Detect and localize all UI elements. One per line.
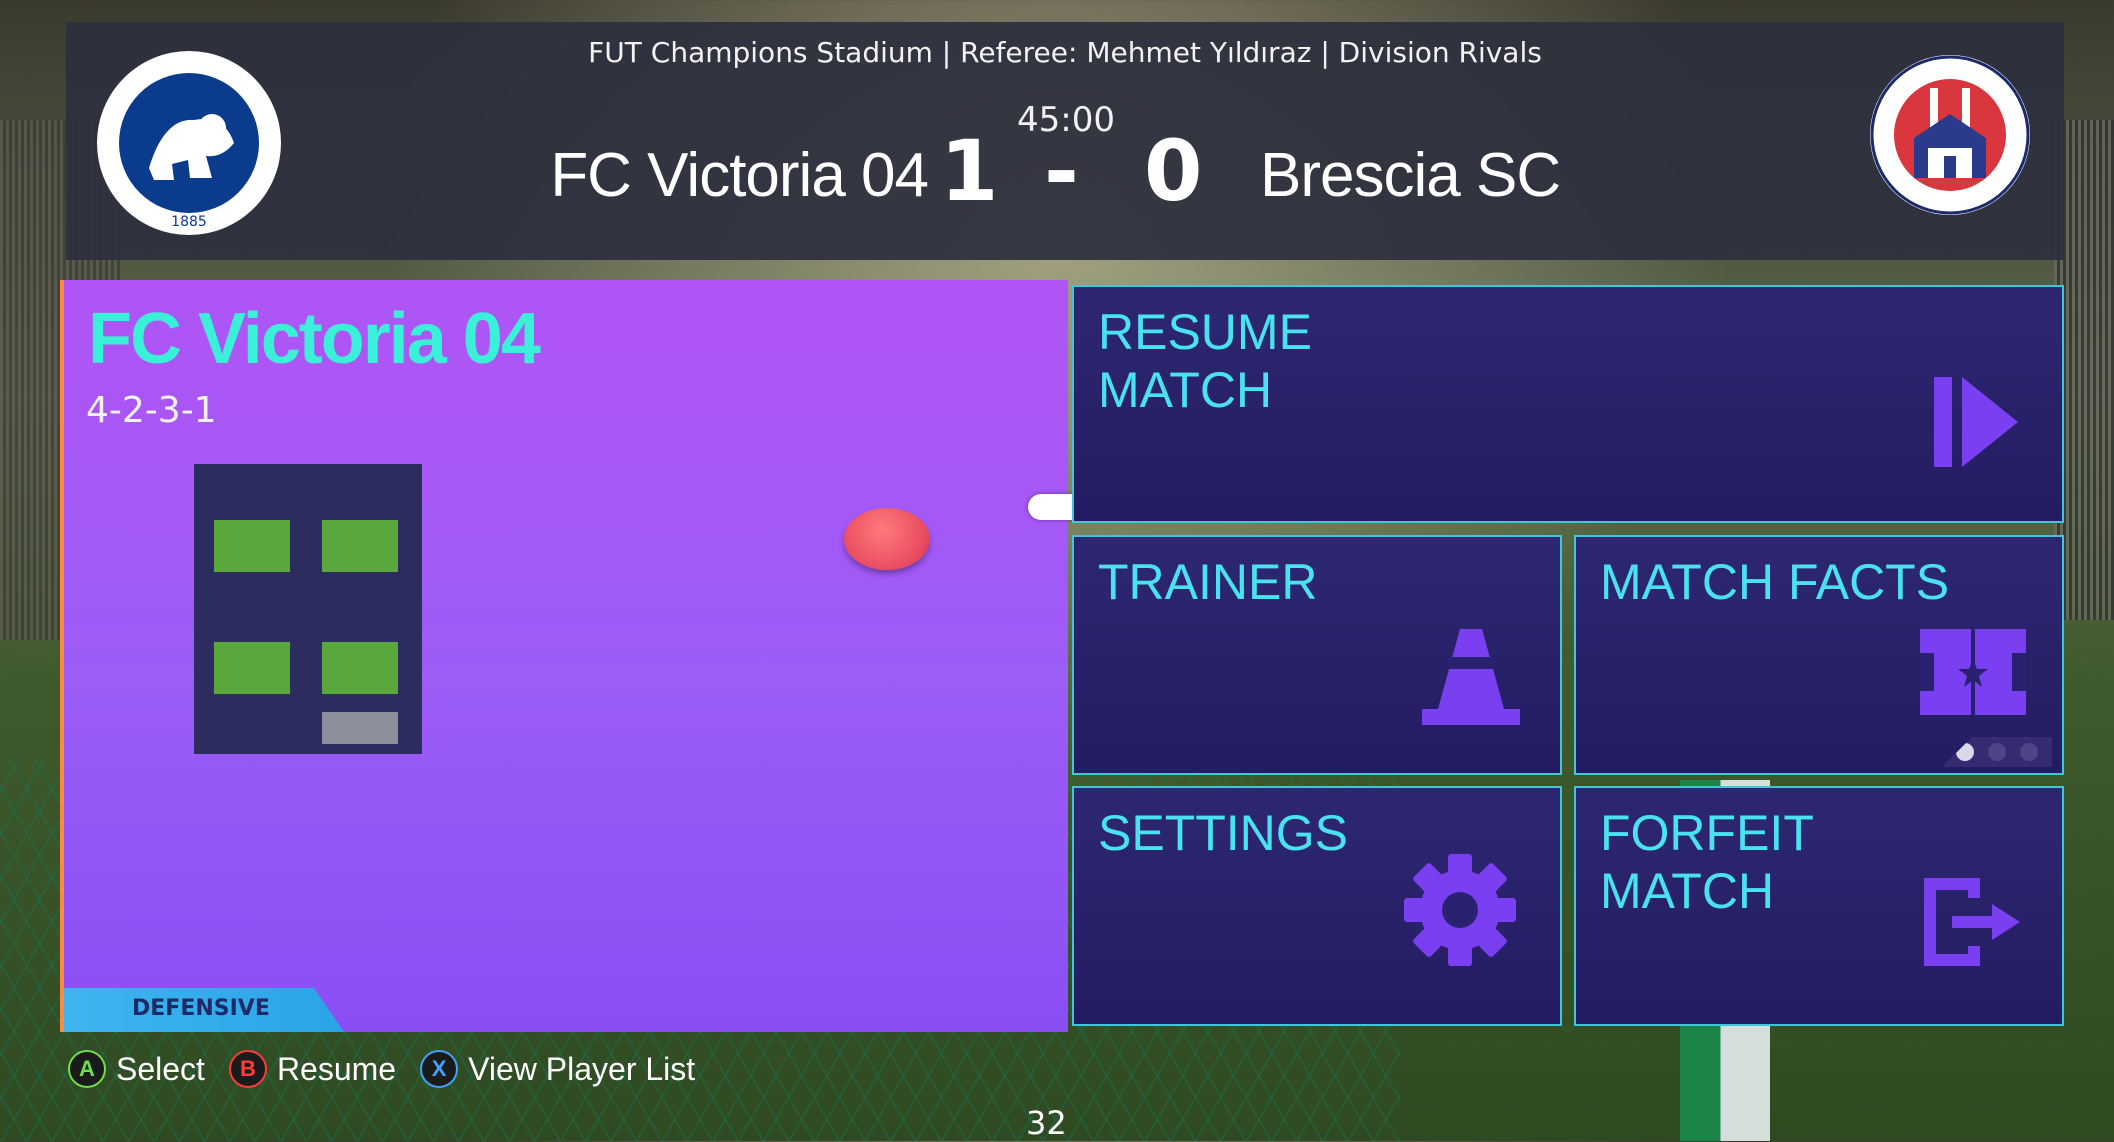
match-facts-label: MATCH FACTS bbox=[1600, 554, 1950, 610]
position-slot bbox=[322, 642, 398, 694]
resume-match-label: RESUME MATCH bbox=[1098, 304, 1312, 418]
resume-hint[interactable]: B Resume bbox=[228, 1050, 397, 1088]
gear-icon bbox=[1404, 854, 1516, 966]
position-slot bbox=[214, 642, 290, 694]
resume-match-tile[interactable]: RESUME MATCH bbox=[1072, 285, 2064, 523]
page-dot bbox=[2020, 743, 2038, 761]
score-separator: - bbox=[1044, 122, 1079, 220]
view-player-list-label: View Player List bbox=[468, 1050, 696, 1087]
mentality-label: DEFENSIVE bbox=[132, 996, 270, 1021]
mentality-tag: DEFENSIVE bbox=[64, 988, 344, 1032]
resume-hint-label: Resume bbox=[276, 1050, 397, 1087]
settings-tile[interactable]: SETTINGS bbox=[1072, 786, 1562, 1026]
trainer-label: TRAINER bbox=[1098, 554, 1318, 610]
a-button-icon: A bbox=[68, 1050, 106, 1088]
view-player-list-hint[interactable]: X View Player List bbox=[420, 1050, 695, 1088]
settings-label: SETTINGS bbox=[1098, 805, 1349, 861]
formation-pitch bbox=[194, 464, 422, 754]
b-button-icon: B bbox=[228, 1050, 267, 1088]
cursor-orb bbox=[844, 508, 930, 570]
team-panel[interactable]: FC Victoria 04 4-2-3-1 DEFENSIVE bbox=[60, 280, 1068, 1032]
away-team-badge bbox=[1870, 55, 2030, 215]
home-badge-year: 1885 bbox=[171, 214, 207, 230]
select-hint-label: Select bbox=[116, 1050, 205, 1087]
training-cone-icon bbox=[1422, 629, 1520, 725]
page-indicator bbox=[1942, 737, 2052, 767]
forfeit-match-label: FORFEIT MATCH bbox=[1600, 805, 1814, 919]
button-hints: A Select B Resume X View Player List bbox=[68, 1050, 695, 1088]
away-team-name: Brescia SC bbox=[1260, 141, 1561, 210]
select-hint[interactable]: A Select bbox=[68, 1050, 205, 1088]
x-button-icon: X bbox=[420, 1050, 459, 1088]
home-team-name: FC Victoria 04 bbox=[550, 141, 929, 210]
match-facts-tile[interactable]: MATCH FACTS bbox=[1574, 535, 2064, 775]
position-slot bbox=[322, 520, 398, 572]
exit-icon bbox=[1924, 878, 2020, 966]
page-dot bbox=[1988, 743, 2006, 761]
formation-label: 4-2-3-1 bbox=[86, 390, 217, 431]
bench-slot bbox=[322, 712, 398, 744]
play-icon bbox=[1934, 377, 2018, 467]
position-slot bbox=[214, 520, 290, 572]
trainer-tile[interactable]: TRAINER bbox=[1072, 535, 1562, 775]
forfeit-match-tile[interactable]: FORFEIT MATCH bbox=[1574, 786, 2064, 1026]
panel-team-title: FC Victoria 04 bbox=[88, 299, 541, 379]
away-score: 0 bbox=[1144, 122, 1203, 220]
home-team-badge: 1885 bbox=[97, 51, 281, 235]
scoreboard: FUT Champions Stadium | Referee: Mehmet … bbox=[66, 22, 2064, 260]
minute-counter: 32 bbox=[1026, 1104, 1067, 1142]
page-dot bbox=[1956, 743, 1974, 761]
home-score: 1 bbox=[940, 122, 999, 220]
pitch-icon bbox=[1920, 629, 2026, 715]
match-info: FUT Champions Stadium | Referee: Mehmet … bbox=[588, 36, 1542, 69]
